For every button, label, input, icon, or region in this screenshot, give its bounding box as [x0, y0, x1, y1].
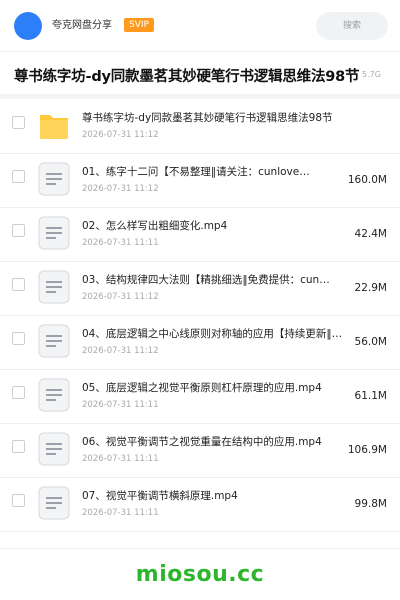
document-icon	[38, 432, 70, 466]
file-name: 02、怎么样写出粗细变化.mp4	[82, 220, 228, 232]
divider	[0, 94, 400, 99]
document-icon	[38, 486, 70, 520]
file-row[interactable]: 03、结构规律四大法则【精挑细选‖免费提供：cun… 2026-07-31 11…	[0, 262, 400, 316]
checkbox[interactable]	[12, 278, 25, 291]
file-size: 56.0M	[354, 336, 387, 348]
file-date: 2026-07-31 11:12	[82, 346, 159, 356]
file-name: 03、结构规律四大法则【精挑细选‖免费提供：cun…	[82, 274, 330, 286]
file-row[interactable]: 05、底层逻辑之视觉平衡原则杠杆原理的应用.mp4 2026-07-31 11:…	[0, 370, 400, 424]
file-size: 61.1M	[354, 390, 387, 402]
brand-name: 夸克网盘分享	[52, 20, 112, 31]
checkbox[interactable]	[12, 494, 25, 507]
total-size: 5.7G	[362, 70, 381, 79]
checkbox[interactable]	[12, 440, 25, 453]
folder-icon	[40, 115, 68, 139]
search-button[interactable]: 搜索	[316, 12, 388, 40]
file-row[interactable]: 02、怎么样写出粗细变化.mp4 2026-07-31 11:11 42.4M	[0, 208, 400, 262]
file-row[interactable]: 01、练字十二问【不易整理‖请关注：cunlove… 2026-07-31 11…	[0, 154, 400, 208]
file-row[interactable]: 04、底层逻辑之中心线原则对称轴的应用【持续更新‖… 2026-07-31 11…	[0, 316, 400, 370]
file-date: 2026-07-31 11:12	[82, 184, 159, 194]
checkbox[interactable]	[12, 116, 25, 129]
file-name: 06、视觉平衡调节之视觉重量在结构中的应用.mp4	[82, 436, 322, 448]
app-header: 夸克网盘分享 SVIP 搜索	[0, 0, 400, 52]
file-name: 07、视觉平衡调节横斜原理.mp4	[82, 490, 238, 502]
file-size: 160.0M	[347, 174, 387, 186]
file-date: 2026-07-31 11:12	[82, 130, 159, 140]
file-date: 2026-07-31 11:11	[82, 400, 159, 410]
svip-badge: SVIP	[124, 18, 154, 32]
checkbox[interactable]	[12, 386, 25, 399]
document-icon	[38, 162, 70, 196]
watermark: miosou.cc	[135, 562, 265, 587]
document-icon	[38, 216, 70, 250]
divider	[0, 548, 400, 549]
file-size: 22.9M	[354, 282, 387, 294]
file-date: 2026-07-31 11:11	[82, 238, 159, 248]
share-title-row: 尊书练字坊-dy同款墨茗其妙硬笔行书逻辑思维法98节 5.7G	[0, 52, 400, 94]
file-name: 04、底层逻辑之中心线原则对称轴的应用【持续更新‖…	[82, 328, 343, 340]
avatar[interactable]	[14, 12, 42, 40]
file-name: 05、底层逻辑之视觉平衡原则杠杆原理的应用.mp4	[82, 382, 322, 394]
file-name: 01、练字十二问【不易整理‖请关注：cunlove…	[82, 166, 310, 178]
checkbox[interactable]	[12, 170, 25, 183]
file-date: 2026-07-31 11:11	[82, 508, 159, 518]
file-size: 106.9M	[347, 444, 387, 456]
checkbox[interactable]	[12, 224, 25, 237]
document-icon	[38, 324, 70, 358]
file-size: 99.8M	[354, 498, 387, 510]
checkbox[interactable]	[12, 332, 25, 345]
document-icon	[38, 378, 70, 412]
file-name: 尊书练字坊-dy同款墨茗其妙硬笔行书逻辑思维法98节	[82, 112, 333, 124]
page-title: 尊书练字坊-dy同款墨茗其妙硬笔行书逻辑思维法98节	[14, 69, 360, 85]
file-date: 2026-07-31 11:11	[82, 454, 159, 464]
file-size: 42.4M	[354, 228, 387, 240]
file-row[interactable]: 06、视觉平衡调节之视觉重量在结构中的应用.mp4 2026-07-31 11:…	[0, 424, 400, 478]
document-icon	[38, 270, 70, 304]
file-row[interactable]: 07、视觉平衡调节横斜原理.mp4 2026-07-31 11:11 99.8M	[0, 478, 400, 532]
folder-row[interactable]: 尊书练字坊-dy同款墨茗其妙硬笔行书逻辑思维法98节 2026-07-31 11…	[0, 100, 400, 154]
file-date: 2026-07-31 11:12	[82, 292, 159, 302]
